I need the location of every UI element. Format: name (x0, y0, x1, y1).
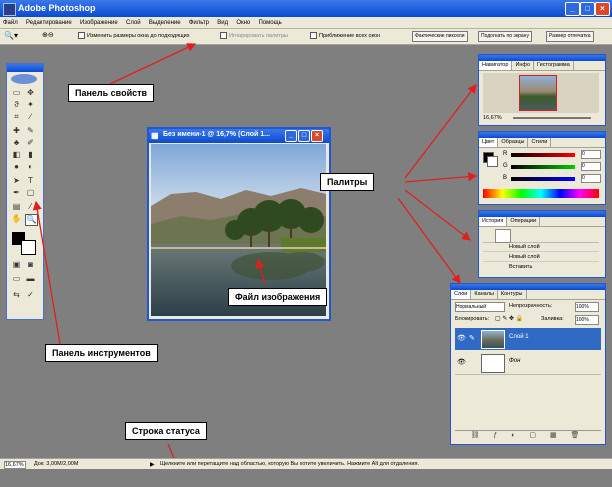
taskbar-area (0, 469, 612, 487)
status-zoom-value[interactable]: 16,67% (4, 461, 26, 469)
status-doc-size[interactable]: Док: 3,00M/2,00M (34, 461, 78, 467)
annotation-arrows (32, 43, 478, 470)
label-toolbox: Панель инструментов (45, 344, 158, 362)
status-play-icon[interactable]: ▶ (150, 461, 155, 468)
status-hint-text: Щелкните или перетащите над областью, ко… (160, 461, 419, 467)
label-palettes: Палитры (320, 173, 375, 191)
label-image-file: Файл изображения (228, 288, 328, 306)
label-options-bar: Панель свойств (68, 84, 155, 102)
label-status-bar: Строка статуса (125, 422, 207, 440)
